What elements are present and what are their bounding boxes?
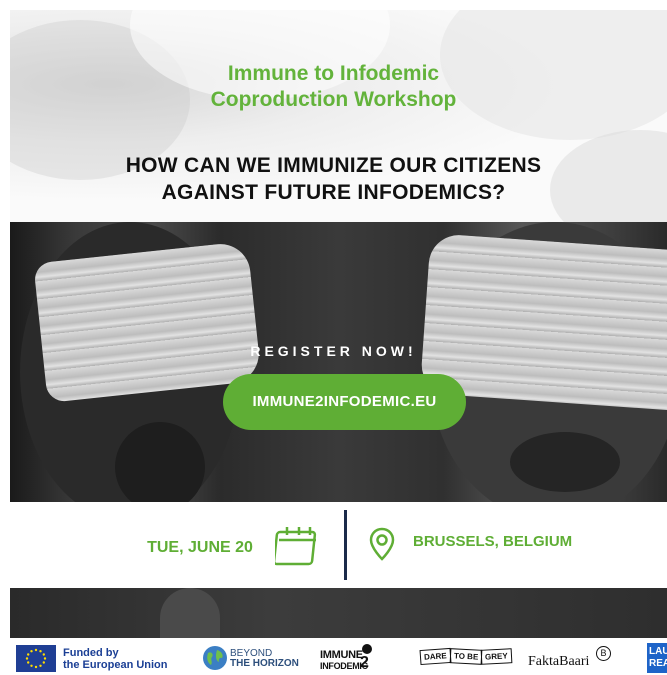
dare-to-be-grey-logo: DARE TO BE GREY [419, 647, 513, 666]
location-pin-icon [369, 527, 395, 561]
workshop-title-line-2: Coproduction Workshop [210, 88, 457, 111]
dare-word-2: TO BE [449, 648, 483, 665]
partial-logo-line-2: REA [649, 658, 667, 669]
register-now-label: REGISTER NOW! [250, 343, 417, 359]
face-mask-left [33, 241, 262, 403]
immune-logo-number: 2 [360, 654, 369, 671]
event-poster: Immune to Infodemic Coproduction Worksho… [0, 0, 667, 675]
dare-word-3: GREY [480, 648, 513, 665]
workshop-title: Immune to Infodemic Coproduction Worksho… [0, 61, 667, 113]
eu-funding-logo: Funded by the European Union [63, 647, 168, 671]
headline: HOW CAN WE IMMUNIZE OUR CITIZENS AGAINST… [0, 152, 667, 206]
immune-logo-mark: 2 [360, 644, 374, 674]
register-link-button[interactable]: IMMUNE2INFODEMIC.EU [223, 374, 466, 430]
event-location: BRUSSELS, BELGIUM [413, 533, 573, 550]
event-date: TUE, JUNE 20 [134, 524, 266, 572]
headline-line-2: AGAINST FUTURE INFODEMICS? [161, 181, 506, 204]
masked-faces-photo [10, 222, 667, 502]
globe-icon [203, 646, 227, 670]
faktabaari-name: FaktaBaari [528, 654, 590, 669]
headline-line-1: HOW CAN WE IMMUNIZE OUR CITIZENS [125, 154, 542, 177]
beyond-the-horizon-logo: BEYOND THE HORIZON [230, 649, 299, 669]
partial-logo-line-1: LAU [649, 646, 667, 657]
partial-partner-logo: LAU REA [647, 643, 667, 673]
info-divider [344, 510, 347, 580]
eu-flag-icon [16, 645, 56, 672]
faktabaari-mark: B [596, 646, 611, 661]
calendar-icon [275, 527, 317, 566]
photo-bottom-strip [10, 588, 667, 638]
dare-word-1: DARE [419, 647, 452, 666]
beyond-line-2: THE HORIZON [230, 658, 299, 669]
eu-funding-line-1: Funded by [63, 647, 119, 659]
workshop-title-line-1: Immune to Infodemic [227, 62, 440, 85]
faktabaari-logo: FaktaBaari B [528, 646, 611, 670]
eu-funding-line-2: the European Union [63, 659, 168, 671]
